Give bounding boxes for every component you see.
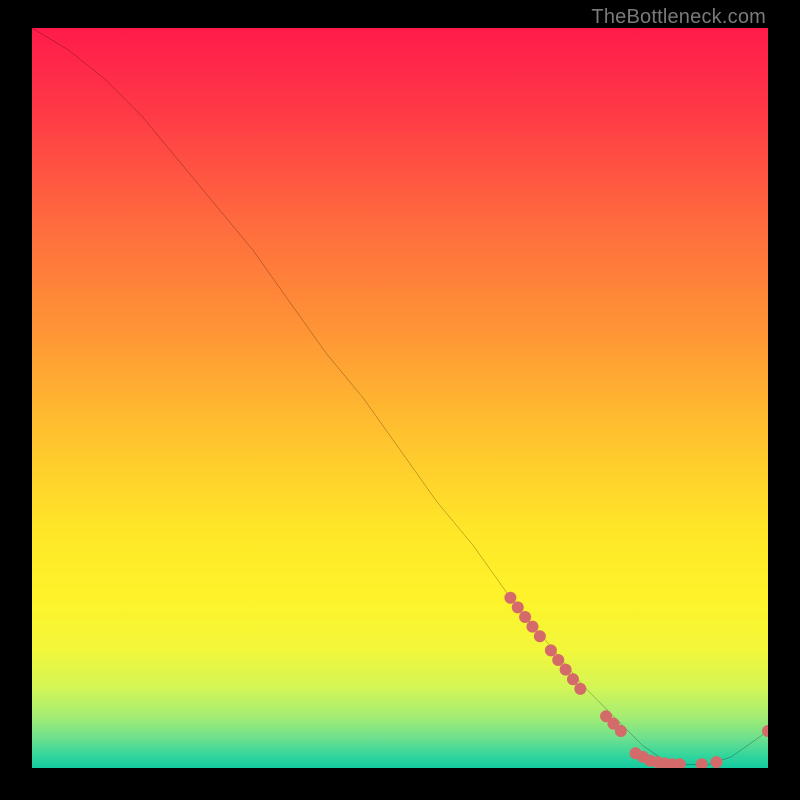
data-marker [512, 601, 524, 613]
data-marker [545, 644, 557, 656]
curve-markers [504, 592, 768, 768]
data-marker [762, 725, 768, 737]
data-marker [552, 654, 564, 666]
data-marker [615, 725, 627, 737]
data-marker [567, 673, 579, 685]
plot-area [32, 28, 768, 768]
data-marker [710, 756, 722, 768]
data-marker [574, 683, 586, 695]
chart-stage: TheBottleneck.com [0, 0, 800, 800]
data-marker [534, 630, 546, 642]
data-marker [560, 664, 572, 676]
data-marker [504, 592, 516, 604]
data-marker [696, 758, 708, 768]
data-marker [519, 611, 531, 623]
data-marker [526, 621, 538, 633]
watermark-text: TheBottleneck.com [591, 6, 766, 29]
curve-layer [32, 28, 768, 768]
bottleneck-curve [32, 28, 768, 764]
